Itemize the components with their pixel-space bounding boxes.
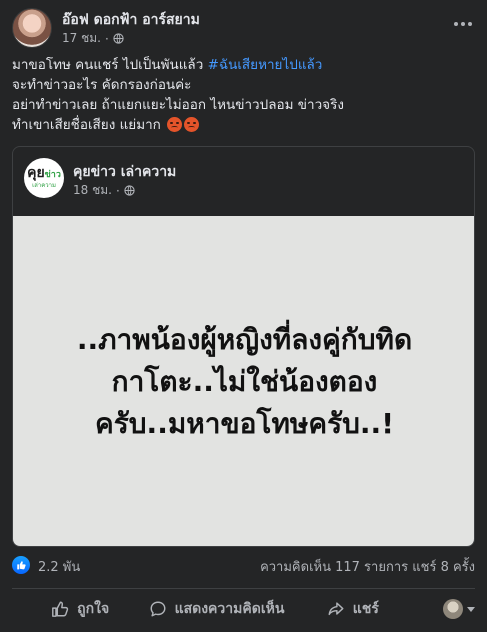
post-header: อ๊อฟ ดอกฟ้า อาร์สยาม 17 ชม. · (12, 8, 475, 48)
shared-post-header: คุยข่าว เล่าความ คุยข่าว เล่าความ 18 ชม.… (13, 147, 474, 215)
angry-face-icon (167, 117, 183, 132)
comment-label: แสดงความคิดเห็น (174, 601, 285, 617)
shared-page-name[interactable]: คุยข่าว เล่าความ (73, 161, 176, 183)
comment-count[interactable]: ความคิดเห็น 117 รายการ (260, 560, 408, 575)
thumbs-up-icon (52, 601, 69, 617)
separator-dot: · (115, 183, 120, 198)
share-label: แชร์ (352, 601, 379, 617)
globe-icon (124, 185, 135, 196)
separator-dot: · (104, 31, 109, 46)
angry-face-icon (184, 117, 200, 132)
shared-post-image[interactable]: ..ภาพน้องผู้หญิงที่ลงคู่กับทิด กาโตะ..ไม… (13, 216, 474, 546)
shared-post-time[interactable]: 18 ชม. (73, 181, 112, 200)
like-label: ถูกใจ (77, 601, 110, 617)
chevron-down-icon (466, 606, 475, 612)
author-name[interactable]: อ๊อฟ ดอกฟ้า อาร์สยาม (62, 9, 200, 31)
divider (12, 588, 475, 589)
post-text-line: มาขอโทษ คนแชร์ ไปเป็นพันแล้ว #ฉันเสียหาย… (12, 57, 323, 73)
shared-post-meta: 18 ชม. · (73, 181, 135, 200)
comment-button[interactable]: แสดงความคิดเห็น (148, 593, 284, 625)
action-bar: ถูกใจ แสดงความคิดเห็น แชร์ (12, 592, 475, 626)
post-stats: 2.2 พัน ความคิดเห็น 117 รายการ แชร์ 8 คร… (12, 555, 475, 577)
page-logo[interactable]: คุยข่าว เล่าความ (24, 158, 64, 198)
comment-share-counts: ความคิดเห็น 117 รายการ แชร์ 8 ครั้ง (260, 556, 475, 577)
share-button[interactable]: แชร์ (285, 593, 421, 625)
post-text: มาขอโทษ คนแชร์ ไปเป็นพันแล้ว #ฉันเสียหาย… (12, 55, 475, 135)
user-avatar (442, 599, 463, 619)
share-icon (328, 602, 344, 616)
more-options-icon[interactable] (451, 12, 475, 36)
hashtag-link[interactable]: #ฉันเสียหายไปแล้ว (208, 57, 323, 73)
post-text-line: อย่าทำข่าวเลย ถ้าแยกแยะไม่ออก ไหนข่าวปลอ… (12, 97, 344, 113)
comment-icon (150, 601, 166, 617)
image-text-line: ..ภาพน้องผู้หญิงที่ลงคู่กับทิด (76, 323, 413, 356)
like-reaction-icon[interactable] (12, 556, 30, 574)
post-time[interactable]: 17 ชม. (62, 29, 101, 48)
globe-icon (113, 33, 124, 44)
reaction-audience-selector[interactable] (421, 599, 475, 619)
author-avatar[interactable] (12, 8, 52, 48)
image-text-line: ครับ..มหาขอโทษครับ..! (95, 407, 394, 440)
post-meta: 17 ชม. · (62, 29, 124, 48)
post-text-line: ทำเขาเสียชื่อเสียง แย่มาก (12, 115, 475, 135)
post-text-line: จะทำข่าวอะไร คัดกรองก่อนค่ะ (12, 77, 192, 93)
facebook-post: อ๊อฟ ดอกฟ้า อาร์สยาม 17 ชม. · มาขอโทษ คน… (0, 0, 487, 632)
reaction-count[interactable]: 2.2 พัน (38, 556, 80, 577)
share-count[interactable]: แชร์ 8 ครั้ง (412, 560, 475, 575)
image-text-line: กาโตะ..ไม่ใช่น้องตอง (111, 365, 378, 398)
like-button[interactable]: ถูกใจ (12, 593, 148, 625)
shared-post[interactable]: คุยข่าว เล่าความ คุยข่าว เล่าความ 18 ชม.… (12, 146, 475, 547)
